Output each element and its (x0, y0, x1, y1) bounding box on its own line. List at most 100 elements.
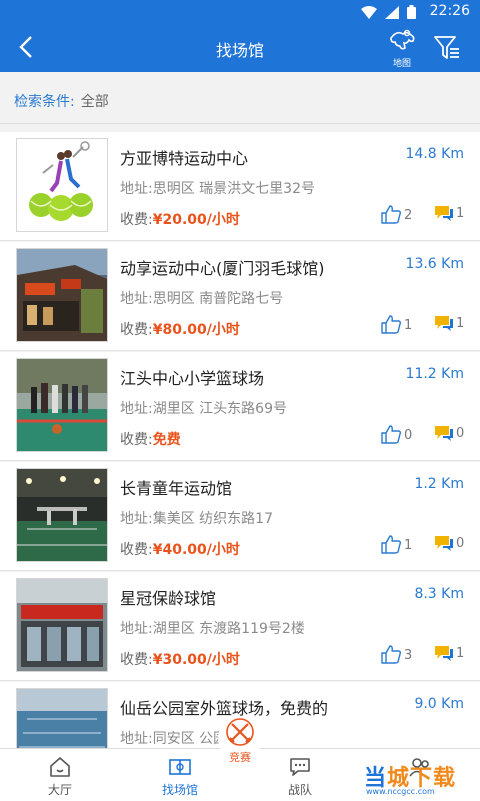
venue-distance: 1.2 Km (414, 476, 464, 492)
court-icon (169, 759, 191, 775)
watermark-url: www.nccgcc.com (366, 787, 435, 796)
venue-address: 地址:湖里区 东渡路119号2楼 (120, 621, 305, 637)
comment-button[interactable]: 1 (434, 204, 464, 222)
venue-thumbnail (16, 578, 108, 672)
home-icon (50, 757, 70, 777)
tab-team[interactable]: 战队 (252, 749, 348, 801)
like-count: 3 (404, 648, 413, 663)
venue-distance: 11.2 Km (405, 366, 464, 382)
like-count: 0 (404, 428, 413, 443)
comment-icon (435, 316, 453, 331)
venue-item[interactable]: 星冠保龄球馆 8.3 Km 地址:湖里区 东渡路119号2楼 收费:¥30.00… (0, 572, 480, 681)
venue-name: 方亚博特运动中心 (120, 149, 249, 168)
venue-price: 免费 (152, 432, 181, 448)
venue-thumbnail (16, 138, 108, 232)
venue-address: 地址:湖里区 江头东路69号 (120, 401, 287, 417)
tab-label: 战队 (287, 783, 312, 797)
divider (0, 123, 480, 124)
status-bar: 22:26 (0, 0, 480, 24)
comment-count: 1 (456, 316, 465, 331)
venue-price: ¥80.00/小时 (152, 322, 240, 338)
venue-distance: 14.8 Km (405, 146, 464, 162)
comment-icon (435, 536, 453, 551)
venue-name: 星冠保龄球馆 (120, 589, 217, 608)
map-label: 地图 (392, 59, 411, 69)
status-time: 22:26 (429, 3, 470, 19)
venue-distance: 13.6 Km (405, 256, 464, 272)
comment-count: 1 (456, 646, 465, 661)
criteria-label: 检索条件: (14, 94, 75, 110)
criteria-value: 全部 (80, 94, 109, 110)
watermark-logo: 当城下载 www.nccgcc.com (364, 760, 476, 800)
comment-button[interactable]: 1 (434, 644, 464, 662)
thumbs-up-icon (381, 425, 402, 444)
venue-distance: 9.0 Km (414, 696, 464, 712)
venue-fee: 收费:¥80.00/小时 (120, 319, 240, 339)
venue-address: 地址:集美区 纺织东路17 (120, 511, 273, 527)
venue-price: ¥20.00/小时 (152, 212, 240, 228)
venue-thumbnail (16, 468, 108, 562)
fee-label: 收费: (120, 432, 153, 448)
venue-fee: 收费:¥40.00/小时 (120, 539, 240, 559)
venue-item[interactable]: 方亚博特运动中心 14.8 Km 地址:思明区 瑞景洪文七里32号 收费:¥20… (0, 132, 480, 241)
venue-fee: 收费:免费 (120, 429, 181, 449)
venue-name: 动享运动中心(厦门羽毛球馆) (120, 259, 325, 278)
venue-list[interactable]: 方亚博特运动中心 14.8 Km 地址:思明区 瑞景洪文七里32号 收费:¥20… (0, 132, 480, 748)
tab-hall[interactable]: 大厅 (12, 749, 108, 801)
venue-fee: 收费:¥20.00/小时 (120, 209, 240, 229)
comment-button[interactable]: 1 (434, 314, 464, 332)
signal-icon (385, 5, 399, 19)
chat-icon (290, 758, 310, 776)
fee-label: 收费: (120, 212, 153, 228)
venue-address: 地址:同安区 公园 (120, 731, 228, 747)
tab-label: 找场馆 (161, 783, 198, 797)
like-count: 2 (404, 208, 413, 223)
fee-label: 收费: (120, 652, 153, 668)
battery-icon (407, 5, 416, 19)
venue-name: 江头中心小学篮球场 (120, 369, 265, 388)
tab-label: 大厅 (47, 783, 72, 797)
comment-icon (435, 206, 453, 221)
search-criteria-bar[interactable]: 检索条件: 全部 (0, 72, 480, 124)
venue-address: 地址:思明区 瑞景洪文七里32号 (120, 181, 315, 197)
competition-button[interactable]: 竞赛 (218, 716, 262, 764)
venue-price: ¥30.00/小时 (152, 652, 240, 668)
filter-icon[interactable] (432, 32, 462, 62)
venue-distance: 8.3 Km (414, 586, 464, 602)
venue-item[interactable]: 动享运动中心(厦门羽毛球馆) 13.6 Km 地址:思明区 南普陀路七号 收费:… (0, 242, 480, 351)
like-button[interactable]: 2 (380, 204, 412, 224)
like-button[interactable]: 1 (380, 534, 412, 554)
fee-label: 收费: (120, 542, 153, 558)
wifi-icon (361, 5, 377, 19)
thumbs-up-icon (381, 535, 402, 554)
comment-button[interactable]: 0 (434, 534, 464, 552)
thumbs-up-icon (381, 645, 402, 664)
map-icon (390, 29, 415, 50)
venue-item[interactable]: 江头中心小学篮球场 11.2 Km 地址:湖里区 江头东路69号 收费:免费 0… (0, 352, 480, 461)
tab-find-venue[interactable]: 找场馆 (132, 749, 228, 801)
like-count: 1 (404, 318, 413, 333)
venue-price: ¥40.00/小时 (152, 542, 240, 558)
comment-button[interactable]: 0 (434, 424, 464, 442)
app-header: 找场馆 地图 (0, 24, 480, 72)
competition-label: 竞赛 (229, 751, 251, 764)
thumbs-up-icon (381, 315, 402, 334)
fee-label: 收费: (120, 322, 153, 338)
comment-count: 1 (456, 206, 465, 221)
comment-count: 0 (456, 536, 465, 551)
venue-address: 地址:思明区 南普陀路七号 (120, 291, 284, 307)
like-button[interactable]: 3 (380, 644, 412, 664)
swords-icon (226, 718, 254, 746)
like-count: 1 (404, 538, 413, 553)
venue-name: 长青童年运动馆 (120, 479, 233, 498)
venue-item[interactable]: 长青童年运动馆 1.2 Km 地址:集美区 纺织东路17 收费:¥40.00/小… (0, 462, 480, 571)
venue-thumbnail (16, 358, 108, 452)
thumbs-up-icon (381, 205, 402, 224)
venue-thumbnail (16, 688, 108, 748)
map-button[interactable]: 地图 (384, 28, 420, 69)
comment-count: 0 (456, 426, 465, 441)
like-button[interactable]: 1 (380, 314, 412, 334)
comment-icon (435, 646, 453, 661)
comment-icon (435, 426, 453, 441)
like-button[interactable]: 0 (380, 424, 412, 444)
